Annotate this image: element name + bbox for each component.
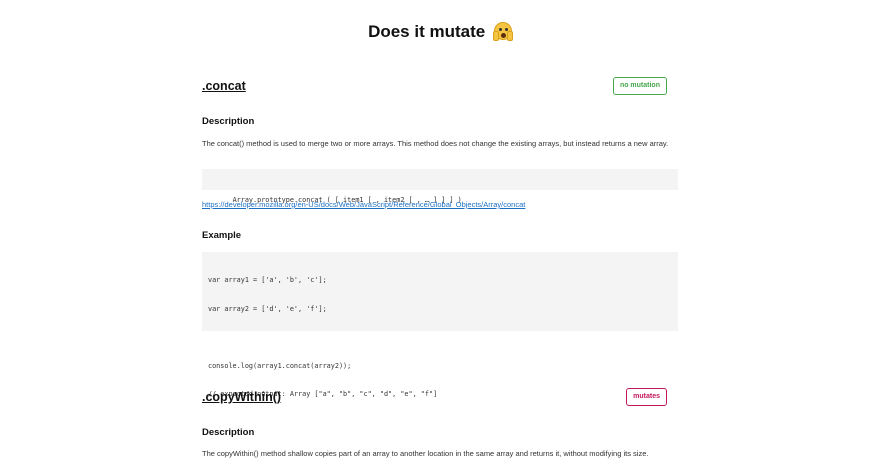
page-title-text: Does it mutate xyxy=(368,22,486,41)
example-heading: Example xyxy=(202,230,242,241)
method-title-link[interactable]: .concat xyxy=(202,79,246,93)
page: Does it mutate .concat no mutation Descr… xyxy=(0,0,880,466)
method-title-link[interactable]: .copyWithin() xyxy=(202,390,281,404)
no-mutation-badge: no mutation xyxy=(612,77,667,95)
description-heading: Description xyxy=(202,427,255,438)
method-title-concat[interactable]: .concat xyxy=(202,79,246,93)
screaming-face-icon xyxy=(492,22,513,41)
signature-code-block: Array.prototype.concat ( [ item1 [ , ite… xyxy=(202,169,678,204)
page-title: Does it mutate xyxy=(0,22,880,42)
description-text: The concat() method is used to merge two… xyxy=(202,139,669,148)
description-heading: Description xyxy=(202,116,255,127)
code-line: console.log(array1.concat(array2)); xyxy=(208,361,352,370)
method-title-copywithin[interactable]: .copyWithin() xyxy=(202,390,281,404)
code-line: var array2 = ['d', 'e', 'f']; xyxy=(208,304,327,313)
example-code-block: var array1 = ['a', 'b', 'c']; var array2… xyxy=(202,252,678,398)
mutates-badge: mutates xyxy=(626,388,667,406)
description-text: The copyWithin() method shallow copies p… xyxy=(202,449,649,458)
code-line: var array1 = ['a', 'b', 'c']; xyxy=(208,276,327,284)
mdn-link[interactable]: https://developer.mozilla.org/en-US/docs… xyxy=(202,200,525,209)
